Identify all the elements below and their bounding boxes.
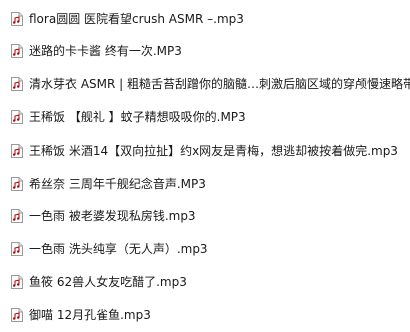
audio-file-icon bbox=[11, 12, 23, 26]
file-row[interactable]: 御喵 12月孔雀鱼.mp3 bbox=[0, 301, 410, 329]
file-name: 王稀饭 【舰礼 】蚊子精想吸吸你的.MP3 bbox=[29, 110, 246, 124]
audio-file-icon bbox=[11, 177, 23, 191]
audio-file-icon bbox=[11, 144, 23, 158]
audio-file-icon bbox=[11, 110, 23, 124]
file-row[interactable]: 王稀饭 【舰礼 】蚊子精想吸吸你的.MP3 bbox=[0, 103, 410, 131]
file-name: 王稀饭 米酒14【双向拉扯】约x网友是青梅，想逃却被按着做完.mp3 bbox=[29, 144, 398, 158]
file-row[interactable]: 王稀饭 米酒14【双向拉扯】约x网友是青梅，想逃却被按着做完.mp3 bbox=[0, 137, 410, 165]
file-name: flora圆圆 医院看望crush ASMR –.mp3 bbox=[29, 12, 244, 26]
file-row[interactable]: flora圆圆 医院看望crush ASMR –.mp3 bbox=[0, 5, 410, 33]
audio-file-icon bbox=[11, 308, 23, 322]
file-row[interactable]: 一色雨 洗头纯享（无人声）.mp3 bbox=[0, 235, 410, 263]
file-row[interactable]: 鱼筱 62兽人女友吃醋了.mp3 bbox=[0, 268, 410, 296]
file-list: flora圆圆 医院看望crush ASMR –.mp3 迷路的卡卡酱 终有一次… bbox=[0, 0, 410, 332]
file-name: 御喵 12月孔雀鱼.mp3 bbox=[29, 308, 151, 322]
file-row[interactable]: 一色雨 被老婆发现私房钱.mp3 bbox=[0, 202, 410, 230]
file-name: 清水芽衣 ASMR | 粗糙舌苔刮蹭你的脑髓…刺激后脑区域的穿颅慢速略带 bbox=[29, 77, 410, 91]
file-row[interactable]: 希丝奈 三周年千舰纪念音声.MP3 bbox=[0, 170, 410, 198]
audio-file-icon bbox=[11, 77, 23, 91]
file-name: 一色雨 洗头纯享（无人声）.mp3 bbox=[29, 242, 208, 256]
file-row[interactable]: 迷路的卡卡酱 终有一次.MP3 bbox=[0, 37, 410, 65]
audio-file-icon bbox=[11, 242, 23, 256]
file-name: 鱼筱 62兽人女友吃醋了.mp3 bbox=[29, 275, 187, 289]
audio-file-icon bbox=[11, 275, 23, 289]
file-row[interactable]: 清水芽衣 ASMR | 粗糙舌苔刮蹭你的脑髓…刺激后脑区域的穿颅慢速略带 bbox=[0, 70, 410, 98]
file-name: 迷路的卡卡酱 终有一次.MP3 bbox=[29, 44, 182, 58]
file-name: 一色雨 被老婆发现私房钱.mp3 bbox=[29, 209, 196, 223]
file-name: 希丝奈 三周年千舰纪念音声.MP3 bbox=[29, 177, 206, 191]
audio-file-icon bbox=[11, 44, 23, 58]
audio-file-icon bbox=[11, 209, 23, 223]
